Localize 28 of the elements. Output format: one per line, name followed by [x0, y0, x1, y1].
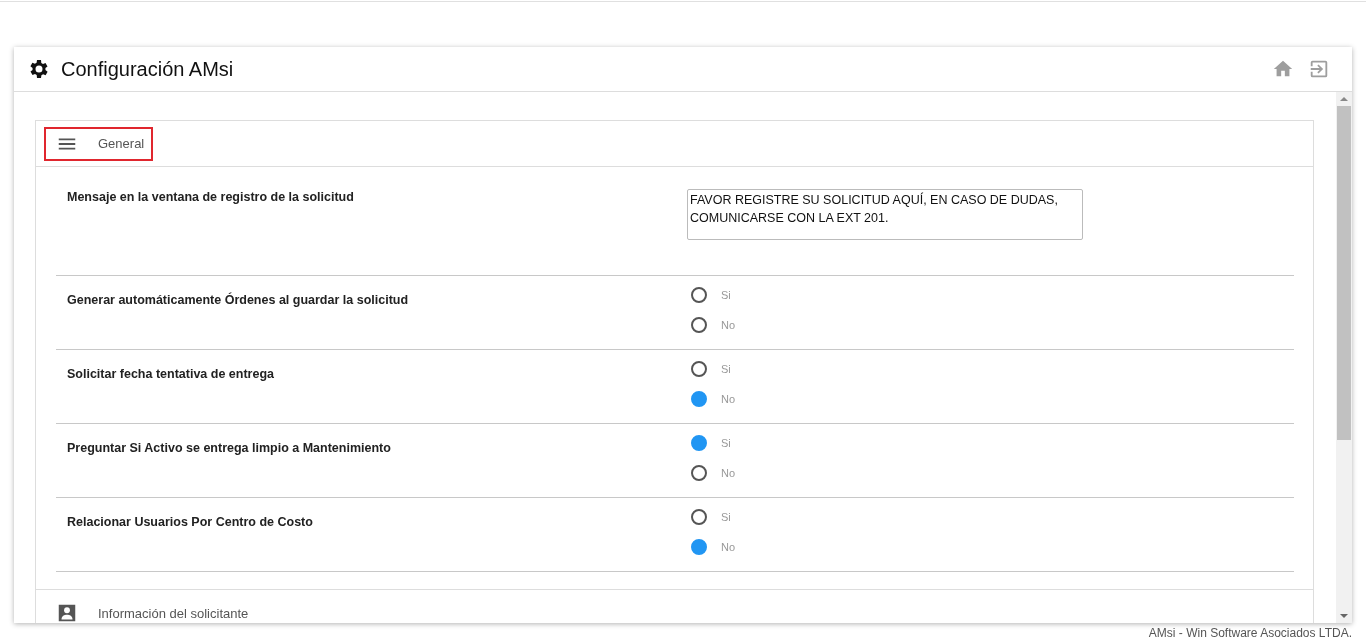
footer-text: AMsi - Win Software Asociados LTDA. [1148, 626, 1352, 640]
section-header[interactable]: Información del solicitante [44, 596, 258, 623]
radio-button[interactable] [691, 391, 707, 407]
radio-button[interactable] [691, 435, 707, 451]
logout-icon[interactable] [1308, 58, 1330, 80]
window-title: Configuración AMsi [61, 57, 234, 81]
radio-button[interactable] [691, 317, 707, 333]
option-label: No [721, 319, 736, 331]
setting-label: Relacionar Usuarios Por Centro de Costo [67, 514, 314, 531]
scrollbar[interactable] [1336, 92, 1352, 623]
option-label: Si [721, 511, 731, 523]
option-label: No [721, 467, 736, 479]
message-field[interactable]: FAVOR REGISTRE SU SOLICITUD AQUÍ, EN CASO DE DUDAS, COMUNICARSE CON LA EXT 201. [687, 189, 1083, 240]
radio-button[interactable] [691, 287, 707, 303]
option-label: Si [721, 437, 731, 449]
radio-button[interactable] [691, 539, 707, 555]
setting-label: Mensaje en la ventana de registro de la solicitud [67, 189, 355, 206]
option-label: Si [721, 363, 731, 375]
radio-button[interactable] [691, 465, 707, 481]
setting-label: Solicitar fecha tentativa de entrega [67, 366, 275, 383]
radio-button[interactable] [691, 361, 707, 377]
setting-label: Generar automáticamente Órdenes al guardar la solicitud [67, 291, 410, 309]
radio-button[interactable] [691, 509, 707, 525]
option-label: No [721, 541, 736, 553]
setting-label: Preguntar Si Activo se entrega limpio a Mantenimiento [67, 440, 392, 457]
option-label: Si [721, 289, 731, 301]
section-header[interactable]: General [44, 126, 154, 161]
option-label: No [721, 393, 736, 405]
